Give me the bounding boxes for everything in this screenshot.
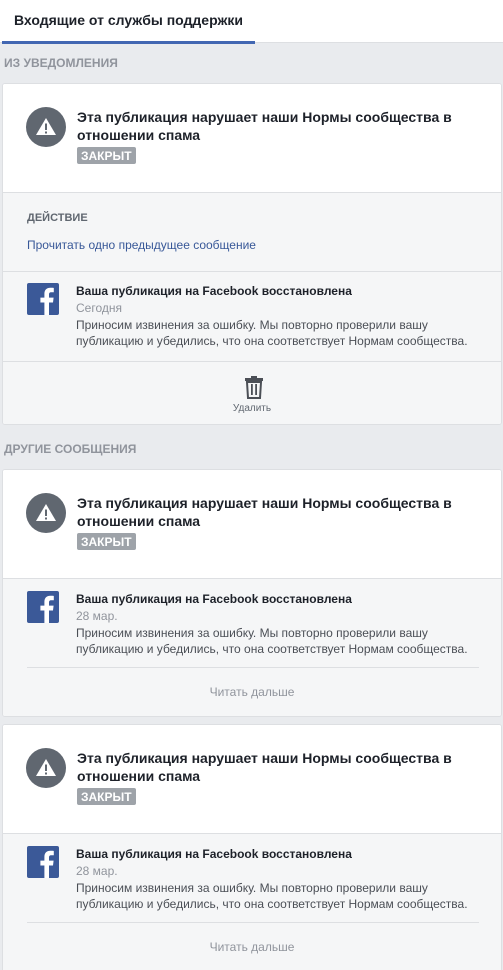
card-details: ДЕЙСТВИЕ Прочитать одно предыдущее сообщ… — [3, 192, 501, 424]
status-badge: ЗАКРЫТ — [77, 533, 136, 550]
message-title: Ваша публикация на Facebook восстановлен… — [76, 847, 352, 861]
section-header-notifications: ИЗ УВЕДОМЛЕНИЯ — [4, 56, 118, 70]
card-title: Эта публикация нарушает наши Нормы сообщ… — [77, 109, 452, 143]
message-title: Ваша публикация на Facebook восстановлен… — [76, 284, 352, 298]
message-body: Приносим извинения за ошибку. Мы повторн… — [76, 881, 468, 911]
message-body: Приносим извинения за ошибку. Мы повторн… — [76, 626, 468, 656]
card-title: Эта публикация нарушает наши Нормы сообщ… — [77, 750, 452, 784]
trash-icon — [245, 376, 263, 399]
section-header-other-messages: ДРУГИЕ СООБЩЕНИЯ — [4, 442, 137, 456]
message-title: Ваша публикация на Facebook восстановлен… — [76, 592, 352, 606]
facebook-logo-icon — [27, 591, 59, 623]
read-more-link[interactable]: Читать дальше — [3, 940, 501, 954]
support-card: Эта публикация нарушает наши Нормы сообщ… — [2, 724, 502, 970]
support-card: Эта публикация нарушает наши Нормы сообщ… — [2, 469, 502, 717]
divider — [27, 667, 479, 668]
tab-bar: Входящие от службы поддержки — [0, 0, 503, 44]
warning-icon — [26, 748, 66, 788]
message-date: Сегодня — [76, 301, 122, 315]
action-label: ДЕЙСТВИЕ — [27, 212, 88, 224]
message-body: Приносим извинения за ошибку. Мы повторн… — [76, 318, 468, 348]
status-badge: ЗАКРЫТ — [77, 788, 136, 805]
support-message: Ваша публикация на Facebook восстановлен… — [3, 579, 501, 669]
card-header: Эта публикация нарушает наши Нормы сообщ… — [3, 725, 501, 833]
message-date: 28 мар. — [76, 864, 118, 878]
support-card: Эта публикация нарушает наши Нормы сообщ… — [2, 83, 502, 425]
support-message: Ваша публикация на Facebook восстановлен… — [3, 834, 501, 924]
card-details: Ваша публикация на Facebook восстановлен… — [3, 833, 501, 970]
read-more-link[interactable]: Читать дальше — [3, 685, 501, 699]
warning-icon — [26, 493, 66, 533]
read-previous-message-link[interactable]: Прочитать одно предыдущее сообщение — [27, 238, 256, 252]
support-message: Ваша публикация на Facebook восстановлен… — [3, 271, 501, 361]
facebook-logo-icon — [27, 846, 59, 878]
card-title: Эта публикация нарушает наши Нормы сообщ… — [77, 495, 452, 529]
delete-button[interactable]: Удалить — [3, 362, 501, 424]
facebook-logo-icon — [27, 283, 59, 315]
divider — [27, 922, 479, 923]
delete-label: Удалить — [232, 403, 272, 414]
message-date: 28 мар. — [76, 609, 118, 623]
tab-support-inbox[interactable]: Входящие от службы поддержки — [0, 0, 256, 44]
card-header: Эта публикация нарушает наши Нормы сообщ… — [3, 84, 501, 192]
card-details: Ваша публикация на Facebook восстановлен… — [3, 578, 501, 716]
status-badge: ЗАКРЫТ — [77, 147, 136, 164]
card-header: Эта публикация нарушает наши Нормы сообщ… — [3, 470, 501, 578]
warning-icon — [26, 107, 66, 147]
